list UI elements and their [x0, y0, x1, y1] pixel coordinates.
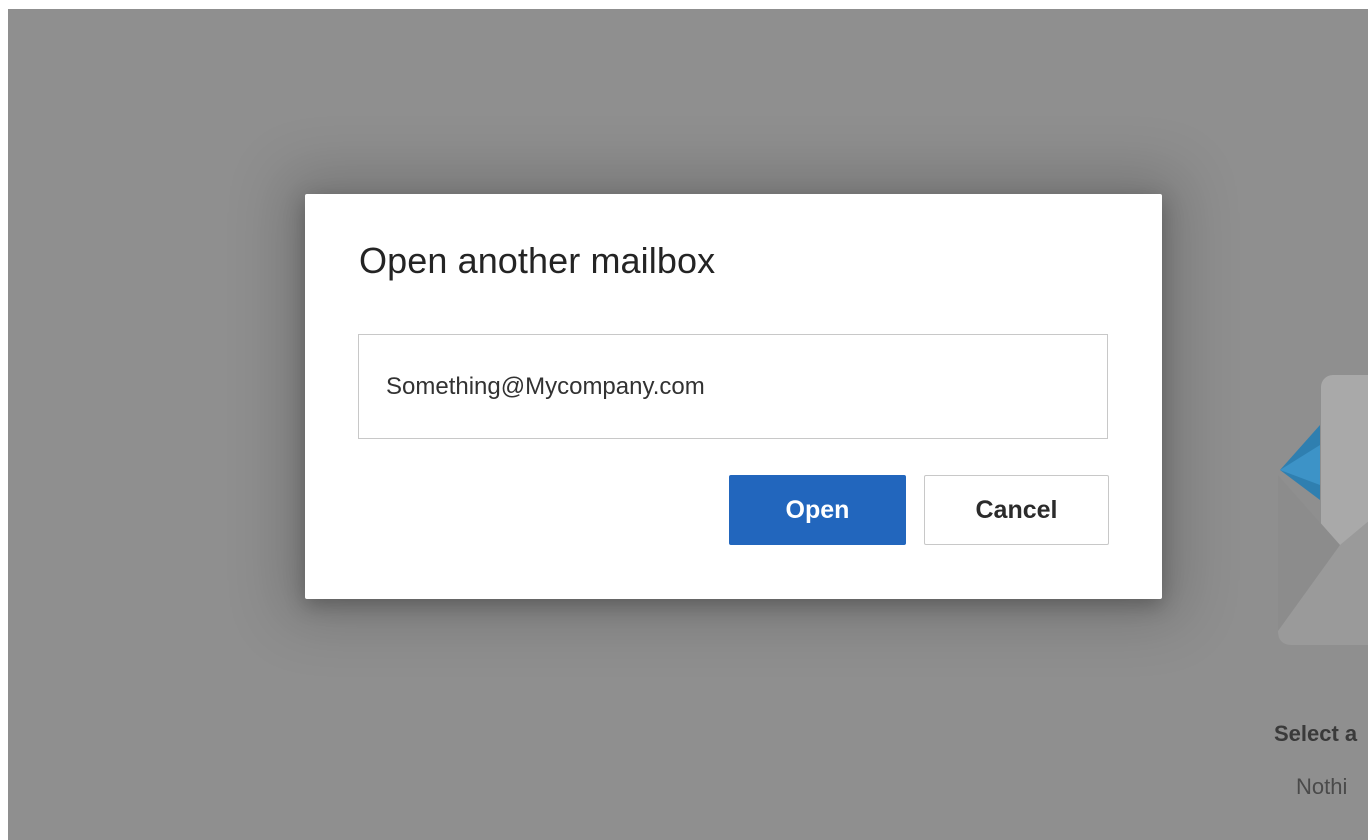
mailbox-address-input[interactable] [358, 334, 1108, 439]
cancel-button[interactable]: Cancel [924, 475, 1109, 545]
open-envelope-icon [1278, 375, 1368, 645]
reading-pane-empty-title: Select a [1274, 721, 1358, 746]
open-mailbox-dialog: Open another mailbox Open Cancel [305, 194, 1162, 599]
reading-pane-empty-subtitle: Nothi [1296, 774, 1348, 799]
dialog-title: Open another mailbox [359, 240, 716, 281]
open-button[interactable]: Open [729, 475, 906, 545]
